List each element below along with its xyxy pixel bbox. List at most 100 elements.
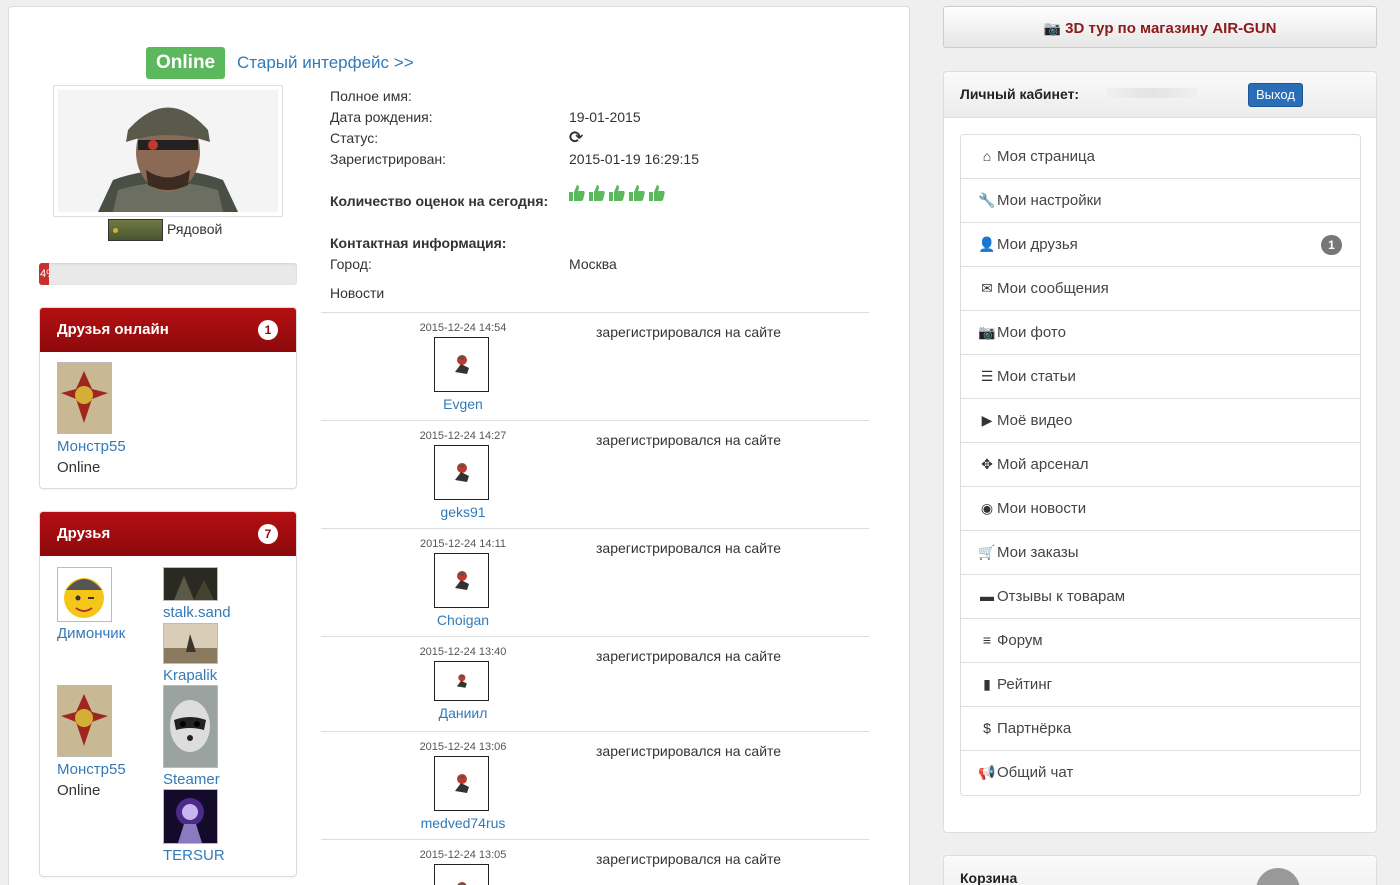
news-text: зарегистрировался на сайте [596,432,782,448]
home-icon: ⌂ [982,148,992,164]
menu-item-label: Мои сообщения [997,280,1109,297]
friend-name-link[interactable]: Krapalik [163,667,217,684]
stats-icon: ▮ [983,676,991,692]
friends-count-badge: 7 [258,524,278,544]
user-avatar[interactable] [434,553,489,608]
cabinet-title: Личный кабинет: [960,86,1080,102]
full-name-label: Полное имя: [330,88,412,104]
friend-status: Online [57,459,101,476]
menu-item[interactable]: 🛒Мои заказы [961,531,1360,575]
refresh-icon[interactable]: ⟳ [569,128,583,148]
old-interface-link[interactable]: Старый интерфейс >> [237,53,414,73]
birth-date-label: Дата рождения: [330,109,433,125]
friend-avatar[interactable] [163,789,218,844]
user-avatar[interactable] [434,445,489,500]
menu-item[interactable]: 📷Мои фото [961,311,1360,355]
thumbs-up-icon[interactable] [568,184,586,202]
video-icon: ▶ [981,412,993,428]
user-avatar[interactable] [434,756,489,811]
friend-avatar[interactable] [57,685,112,757]
news-user-link[interactable]: Даниил [393,705,533,721]
user-icon: 👤 [978,236,996,252]
menu-item-label: Мои новости [997,500,1087,517]
friend-avatar[interactable] [163,623,218,664]
menu-item[interactable]: ☰ Мои статьи [961,355,1360,399]
menu-item[interactable]: $ Партнёрка [961,707,1360,751]
news-label: Новости [330,285,385,301]
thumbs-up-icon[interactable] [628,184,646,202]
news-time: 2015-12-24 14:27 [419,430,507,442]
cart-icon[interactable] [1256,868,1300,885]
menu-item-label: Форум [997,632,1043,649]
news-item: 2015-12-24 13:40 Даниил зарегистрировался … [321,636,869,731]
news-user-link[interactable]: Evgen [393,396,533,412]
menu-item[interactable]: ≡ Форум [961,619,1360,663]
news-time: 2015-12-24 13:40 [419,646,507,658]
menu-item[interactable]: ✉ Мои сообщения [961,267,1360,311]
envelope-icon: ✉ [981,280,993,296]
friends-online-header: Друзья онлайн 1 [40,308,296,352]
menu-item[interactable]: ▬ Отзывы к товарам [961,575,1360,619]
3d-tour-button[interactable]: 📷 3D тур по магазину AIR-GUN [943,6,1377,48]
news-item: 2015-12-24 14:27 geks91 зарегистрировался … [321,420,869,528]
friend-avatar[interactable] [57,362,112,434]
move-icon: ✥ [981,456,993,472]
soldier-avatar-image [58,90,278,212]
menu-item[interactable]: 👤Мои друзья 1 [961,223,1360,267]
news-text: зарегистрировался на сайте [596,648,782,664]
profile-avatar[interactable] [53,85,283,217]
list-icon: ☰ [980,368,994,384]
friend-name-link[interactable]: stalk.sand [163,604,231,621]
news-user-link[interactable]: medved74rus [393,815,533,831]
friend-avatar[interactable] [163,685,218,768]
friends-online-count-badge: 1 [258,320,278,340]
friend-name-link[interactable]: TERSUR [163,847,225,864]
friends-header: Друзья 7 [40,512,296,556]
friend-status: Online [57,782,101,799]
news-user-link[interactable]: geks91 [393,504,533,520]
user-avatar[interactable] [434,661,489,701]
menu-item-label: Партнёрка [997,720,1072,737]
menu-item[interactable]: 🔧Мои настройки [961,179,1360,223]
bullhorn-icon: 📢 [978,764,996,780]
rank-label: Рядовой [167,221,223,237]
user-avatar[interactable] [434,864,489,885]
cart-title: Корзина [960,870,1018,885]
logout-button[interactable]: Выход [1248,83,1303,107]
menu-item[interactable]: ▮ Рейтинг [961,663,1360,707]
friend-name-link[interactable]: Димончик [57,625,125,642]
globe-icon: ◉ [980,500,994,516]
camera-icon: 📷 [978,324,996,340]
rank-insignia-icon [108,219,163,241]
menu-item-label: Мои статьи [997,368,1076,385]
friend-name-link[interactable]: Steamer [163,771,220,788]
menu-item[interactable]: ▶ Моё видео [961,399,1360,443]
news-text: зарегистрировался на сайте [596,851,782,867]
thumbs-up-icon[interactable] [588,184,606,202]
news-user-link[interactable]: Choigan [393,612,533,628]
friend-avatar[interactable] [57,567,112,622]
menu-item[interactable]: ◉ Мои новости [961,487,1360,531]
news-item: 2015-12-24 13:05 зарегистрировался на сай… [321,839,869,885]
friend-name-link[interactable]: Монстр55 [57,761,126,778]
ratings-thumbs [568,184,666,202]
thumbs-up-icon[interactable] [608,184,626,202]
user-avatar[interactable] [434,337,489,392]
cabinet-menu: ⌂ Моя страница 🔧Мои настройки 👤Мои друзья 1 ✉… [960,134,1361,796]
menu-item[interactable]: ✥ Мой арсенал [961,443,1360,487]
wrench-icon: 🔧 [978,192,996,208]
thumbs-up-icon[interactable] [648,184,666,202]
camera-icon: 📷 [1043,20,1061,36]
menu-item-label: Мои друзья [997,236,1078,253]
ratings-today-label: Количество оценок на сегодня: [330,193,549,209]
friend-avatar[interactable] [163,567,218,601]
news-time: 2015-12-24 13:06 [419,741,507,753]
status-label: Статус: [330,130,379,146]
friend-name-link[interactable]: Монстр55 [57,438,126,455]
menu-item-label: Мои настройки [997,192,1102,209]
menu-item[interactable]: 📢Общий чат [961,751,1360,795]
news-item: 2015-12-24 14:11 Choigan зарегистрировался… [321,528,869,636]
comment-icon: ▬ [980,588,994,604]
news-time: 2015-12-24 13:05 [419,849,507,861]
menu-item[interactable]: ⌂ Моя страница [961,135,1360,179]
